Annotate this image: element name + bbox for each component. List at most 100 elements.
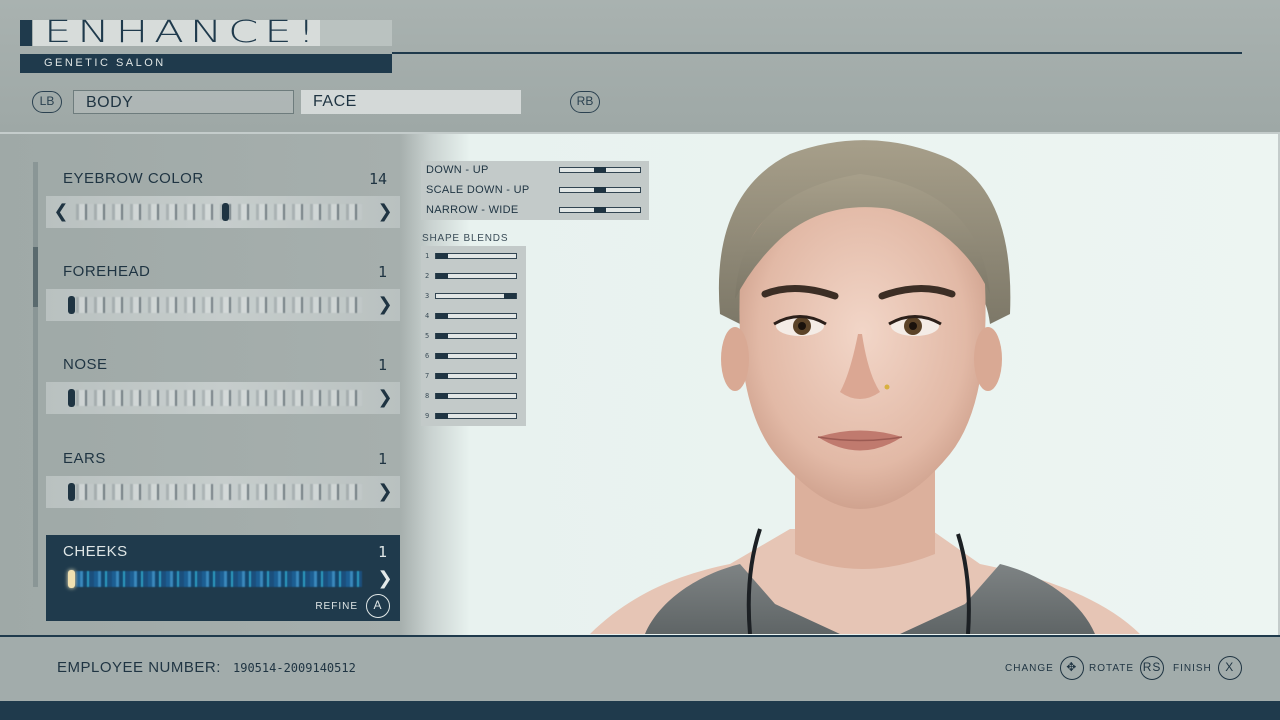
slider-fill[interactable] (436, 313, 448, 319)
feature-selector[interactable]: ❯ (46, 563, 400, 595)
blend-slider-4[interactable] (435, 313, 517, 319)
rotate-label: ROTATE (1089, 662, 1135, 674)
chevron-right-icon[interactable]: ❯ (372, 196, 398, 228)
feature-label: NOSE (63, 356, 108, 373)
adjust-slider-down-up[interactable] (559, 167, 641, 173)
x-button-icon: X (1217, 656, 1242, 680)
slider-fill[interactable] (594, 187, 606, 193)
option-strip[interactable] (76, 297, 362, 313)
chevron-right-icon[interactable]: ❯ (372, 476, 398, 508)
a-button-icon: A (366, 594, 390, 618)
lb-button[interactable]: LB (32, 91, 62, 113)
chevron-right-icon[interactable]: ❯ (372, 563, 398, 595)
blend-number: 6 (425, 352, 430, 360)
footer-bar (0, 701, 1280, 720)
slider-fill[interactable] (436, 273, 448, 279)
employee-number-value: 190514-2009140512 (233, 661, 356, 675)
feature-forehead[interactable]: FOREHEAD 1 ❯ (46, 255, 400, 342)
blend-slider-6[interactable] (435, 353, 517, 359)
blend-slider-9[interactable] (435, 413, 517, 419)
feature-value: 1 (377, 543, 387, 561)
blend-number: 3 (425, 292, 430, 300)
app-subtitle: GENETIC SALON (20, 54, 392, 73)
rotate-hint[interactable]: ROTATE RS (1089, 656, 1165, 680)
change-hint[interactable]: CHANGE ✥ (1005, 656, 1084, 680)
chevron-left-icon[interactable]: ❮ (48, 196, 74, 228)
adjust-label: DOWN - UP (426, 164, 489, 176)
dpad-icon: ✥ (1059, 656, 1084, 680)
feature-value: 1 (377, 450, 387, 468)
refine-button[interactable]: REFINE A (315, 594, 390, 618)
finish-hint[interactable]: FINISH X (1173, 656, 1242, 680)
option-strip[interactable] (76, 204, 362, 220)
blend-number: 4 (425, 312, 430, 320)
feature-selector[interactable]: ❯ (46, 289, 400, 321)
option-knob[interactable] (68, 483, 75, 501)
feature-selector[interactable]: ❯ (46, 382, 400, 414)
slider-fill[interactable] (594, 167, 606, 173)
feature-label: FOREHEAD (63, 263, 151, 280)
adjustment-panel: DOWN - UP SCALE DOWN - UP NARROW - WIDE (421, 161, 649, 220)
feature-eyebrow-color[interactable]: EYEBROW COLOR 14 ❮ ❯ (46, 162, 400, 249)
change-label: CHANGE (1005, 662, 1054, 674)
feature-selector[interactable]: ❯ (46, 476, 400, 508)
slider-fill[interactable] (594, 207, 606, 213)
slider-fill[interactable] (436, 333, 448, 339)
tab-face[interactable]: FACE (301, 90, 521, 114)
feature-label: EYEBROW COLOR (63, 170, 204, 187)
blend-number: 8 (425, 392, 430, 400)
header-divider (392, 52, 1242, 54)
slider-fill[interactable] (436, 393, 448, 399)
adjust-slider-scale[interactable] (559, 187, 641, 193)
slider-fill[interactable] (436, 253, 448, 259)
feature-value: 14 (368, 170, 387, 188)
option-knob[interactable] (222, 203, 229, 221)
blend-slider-5[interactable] (435, 333, 517, 339)
blend-number: 5 (425, 332, 430, 340)
slider-fill[interactable] (436, 413, 448, 419)
blend-number: 7 (425, 372, 430, 380)
blend-slider-8[interactable] (435, 393, 517, 399)
tab-body[interactable]: BODY (73, 90, 294, 114)
finish-label: FINISH (1173, 662, 1212, 674)
blend-number: 9 (425, 412, 430, 420)
blend-number: 2 (425, 272, 430, 280)
option-strip[interactable] (76, 571, 362, 587)
feature-label: CHEEKS (63, 543, 128, 560)
adjust-slider-narrow-wide[interactable] (559, 207, 641, 213)
feature-selector[interactable]: ❮ ❯ (46, 196, 400, 228)
blend-slider-3[interactable] (435, 293, 517, 299)
adjust-label: NARROW - WIDE (426, 204, 519, 216)
blend-number: 1 (425, 252, 430, 260)
shape-blends-title: SHAPE BLENDS (422, 233, 509, 244)
rs-button-icon: RS (1140, 656, 1165, 680)
rb-button[interactable]: RB (570, 91, 600, 113)
feature-label: EARS (63, 450, 106, 467)
brand-stripe (20, 20, 32, 46)
blend-slider-1[interactable] (435, 253, 517, 259)
option-knob[interactable] (68, 570, 75, 588)
option-knob[interactable] (68, 389, 75, 407)
chevron-right-icon[interactable]: ❯ (372, 382, 398, 414)
slider-fill[interactable] (504, 293, 516, 299)
employee-number-label: EMPLOYEE NUMBER: (57, 659, 221, 676)
option-strip[interactable] (76, 484, 362, 500)
feature-value: 1 (377, 263, 387, 281)
app-title: ENHANCE! (44, 15, 321, 50)
adjust-label: SCALE DOWN - UP (426, 184, 530, 196)
option-strip[interactable] (76, 390, 362, 406)
slider-fill[interactable] (436, 353, 448, 359)
feature-nose[interactable]: NOSE 1 ❯ (46, 348, 400, 435)
scrollbar-track[interactable] (33, 162, 38, 587)
option-knob[interactable] (68, 296, 75, 314)
scrollbar-thumb[interactable] (33, 247, 38, 307)
refine-label: REFINE (315, 600, 358, 612)
feature-cheeks[interactable]: CHEEKS 1 ❯ REFINE A (46, 535, 400, 621)
feature-ears[interactable]: EARS 1 ❯ (46, 442, 400, 529)
character-portrait[interactable] (560, 134, 1180, 634)
chevron-right-icon[interactable]: ❯ (372, 289, 398, 321)
feature-value: 1 (377, 356, 387, 374)
slider-fill[interactable] (436, 373, 448, 379)
blend-slider-7[interactable] (435, 373, 517, 379)
blend-slider-2[interactable] (435, 273, 517, 279)
